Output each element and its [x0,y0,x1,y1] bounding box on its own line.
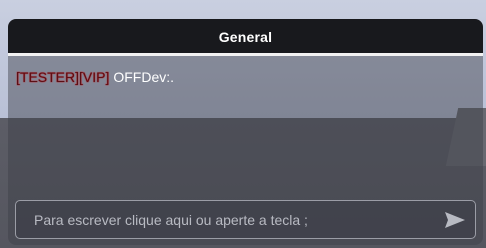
send-button[interactable] [443,209,467,231]
chat-window: General [TESTER][VIP] OFFDev:. [8,19,483,245]
chat-input[interactable] [16,201,436,238]
chat-body: [TESTER][VIP] OFFDev:. [8,56,483,245]
message-tag: [TESTER][VIP] [16,69,110,85]
chat-input-box[interactable] [15,200,476,239]
message-author[interactable]: OFFDev:. [113,69,174,85]
send-icon [445,212,465,228]
chat-channel-title[interactable]: General [8,19,483,53]
chat-message: [TESTER][VIP] OFFDev:. [16,69,174,85]
